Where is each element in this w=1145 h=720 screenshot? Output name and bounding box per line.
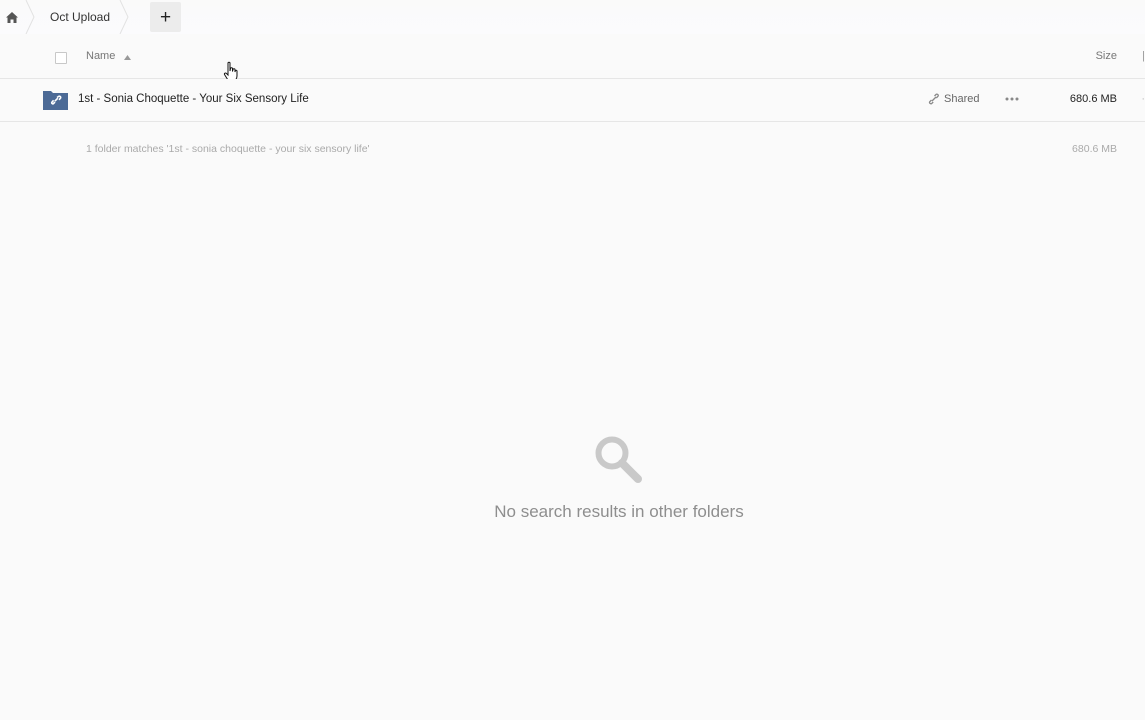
breadcrumb-folder[interactable]: Oct Upload	[36, 10, 118, 24]
file-size: 680.6 MB	[1069, 93, 1117, 105]
name-column-header[interactable]: Name	[86, 50, 115, 62]
file-row[interactable]: 1st - Sonia Choquette - Your Six Sensory…	[0, 79, 1145, 122]
share-label: Shared	[944, 93, 980, 105]
row-edge-marker: ·	[1141, 93, 1145, 105]
home-icon	[6, 11, 18, 23]
home-crumb[interactable]	[0, 0, 24, 34]
share-status-button[interactable]: Shared	[928, 93, 979, 105]
empty-state-message: No search results in other folders	[494, 502, 744, 521]
file-list-header: Name Size |	[0, 38, 1145, 79]
match-total-size: 680.6 MB	[1072, 143, 1117, 155]
select-all-checkbox[interactable]	[55, 52, 67, 64]
more-actions-button[interactable]	[1003, 90, 1021, 108]
link-icon	[928, 93, 939, 105]
match-summary: 1 folder matches '1st - sonia choquette …	[86, 143, 370, 155]
new-button[interactable]: +	[150, 2, 181, 32]
files-app: Oct Upload + Name Size | 1st - Sonia Cho…	[0, 0, 1145, 720]
sort-ascending-icon[interactable]	[124, 55, 131, 60]
breadcrumb-separator	[119, 0, 129, 34]
breadcrumb-separator	[25, 0, 35, 34]
size-column-header[interactable]: Size	[1096, 50, 1117, 62]
search-icon	[595, 436, 642, 483]
shared-folder-icon	[43, 91, 68, 110]
ellipsis-icon	[1005, 97, 1019, 101]
file-name[interactable]: 1st - Sonia Choquette - Your Six Sensory…	[78, 93, 309, 105]
